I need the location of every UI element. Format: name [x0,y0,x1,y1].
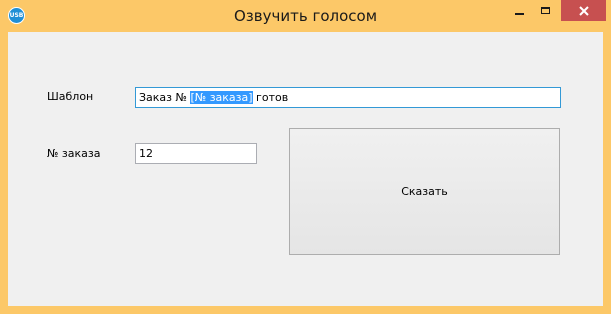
title-bar[interactable]: USB Озвучить голосом [0,0,611,32]
maximize-icon [540,7,550,14]
say-button-label: Сказать [401,185,448,198]
close-button[interactable] [561,0,606,21]
order-number-label: № заказа [47,147,101,160]
template-selected-text: [№ заказа] [190,91,253,104]
maximize-button[interactable] [532,0,558,21]
close-icon [578,5,589,16]
order-number-input[interactable]: 12 [135,143,257,164]
minimize-icon [514,12,524,15]
app-window: USB Озвучить голосом Шаблон Заказ № [№ з… [0,0,611,314]
client-area: Шаблон Заказ № [№ заказа] готов № заказа… [8,32,603,306]
template-label: Шаблон [47,90,94,103]
template-text-after: готов [252,91,289,104]
template-input[interactable]: Заказ № [№ заказа] готов [135,87,561,108]
minimize-button[interactable] [506,0,532,21]
say-button[interactable]: Сказать [289,128,560,255]
template-text-before: Заказ № [139,91,191,104]
